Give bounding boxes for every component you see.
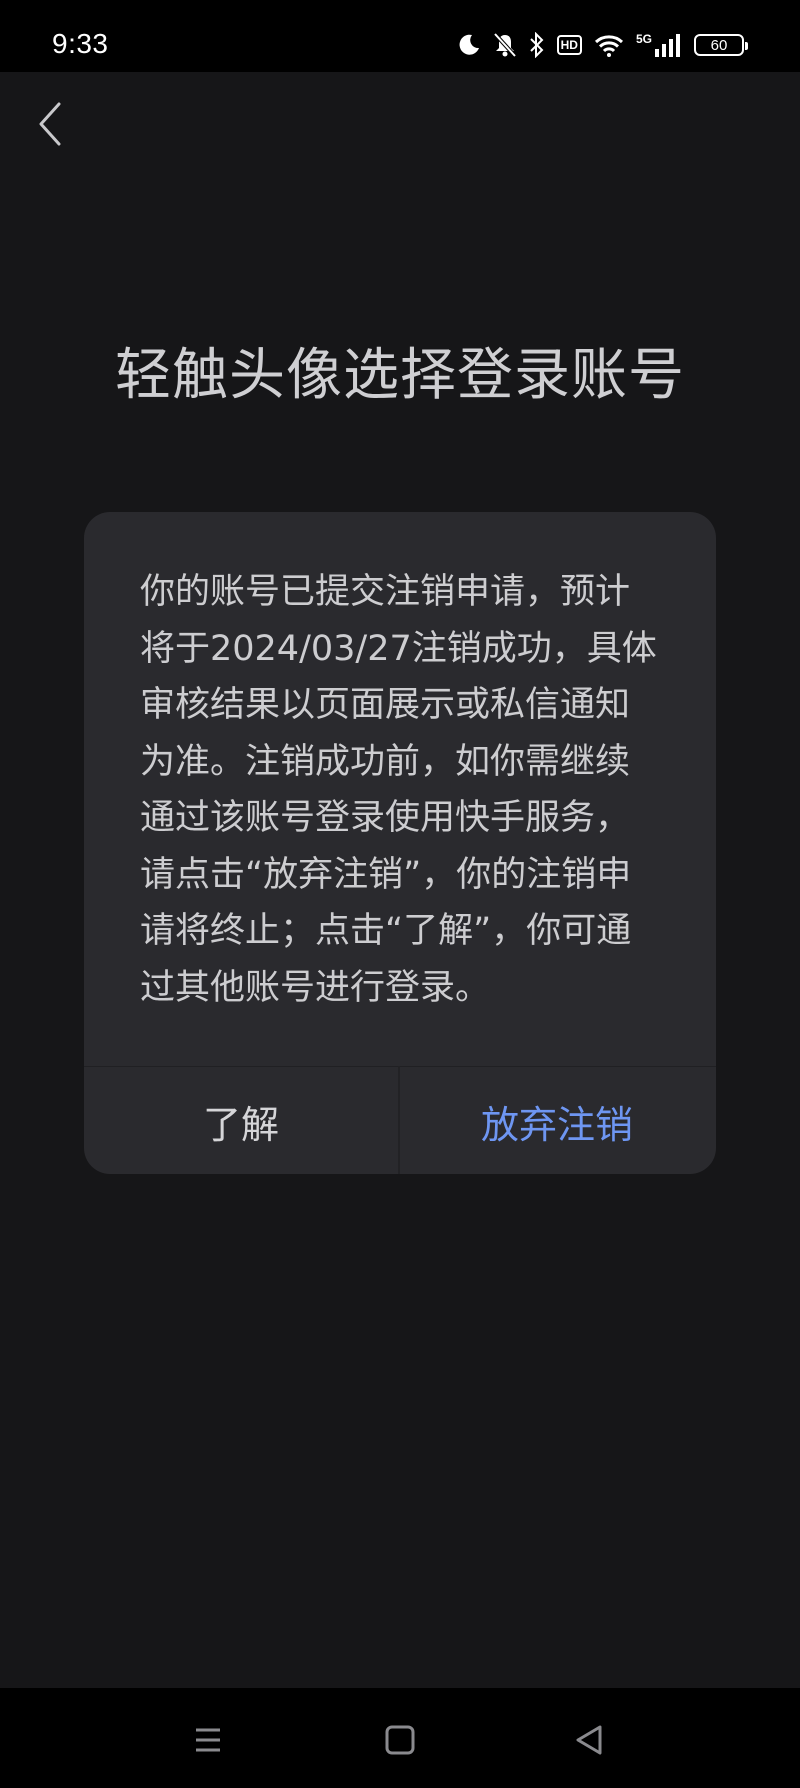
- message-line: 将于2024/03/27注销成功，具体: [140, 628, 657, 669]
- bell-muted-icon: [493, 32, 517, 58]
- signal-icon: [655, 34, 680, 57]
- message-line: 通过该账号登录使用快手服务，: [140, 798, 631, 838]
- abandon-cancellation-button[interactable]: 放弃注销: [400, 1068, 714, 1174]
- status-time: 9:33: [52, 28, 109, 59]
- battery-icon: 60: [694, 34, 748, 56]
- message-line: 过其他账号进行登录。: [140, 967, 491, 1008]
- message-line: 为准。注销成功前，如你需继续: [140, 741, 631, 782]
- square-icon: [385, 1725, 415, 1755]
- message-line: 审核结果以页面展示或私信通知: [140, 685, 631, 725]
- menu-button[interactable]: [188, 1720, 228, 1760]
- dialog-message: 你的账号已提交注销申请，预计 将于2024/03/27注销成功，具体 审核结果以…: [140, 564, 668, 1016]
- back-button[interactable]: [28, 96, 72, 152]
- account-cancellation-dialog: 你的账号已提交注销申请，预计 将于2024/03/27注销成功，具体 审核结果以…: [84, 512, 716, 1174]
- battery-level: 60: [710, 36, 728, 54]
- back-nav-button[interactable]: [570, 1720, 610, 1760]
- triangle-back-icon: [576, 1725, 602, 1755]
- wifi-icon: [594, 35, 624, 57]
- understand-button[interactable]: 了解: [84, 1068, 398, 1174]
- menu-icon: [196, 1728, 220, 1752]
- status-bar: 9:33 HD 5G 60: [0, 0, 800, 72]
- dialog-divider: [84, 1066, 716, 1067]
- message-line: 请将终止；点击“了解”，你可通: [140, 911, 632, 951]
- message-line: 你的账号已提交注销申请，预计: [140, 572, 631, 612]
- message-line: 请点击“放弃注销”，你的注销申: [140, 854, 632, 895]
- home-button[interactable]: [380, 1720, 420, 1760]
- navigation-bar: [0, 1688, 800, 1788]
- hd-badge: HD: [556, 35, 582, 55]
- moon-icon: [459, 34, 479, 55]
- page-title: 轻触头像选择登录账号: [115, 343, 685, 408]
- chevron-left-icon: [39, 102, 61, 146]
- status-icons: HD 5G 60: [457, 30, 748, 60]
- network-label: 5G: [635, 32, 652, 46]
- bluetooth-icon: [529, 32, 544, 58]
